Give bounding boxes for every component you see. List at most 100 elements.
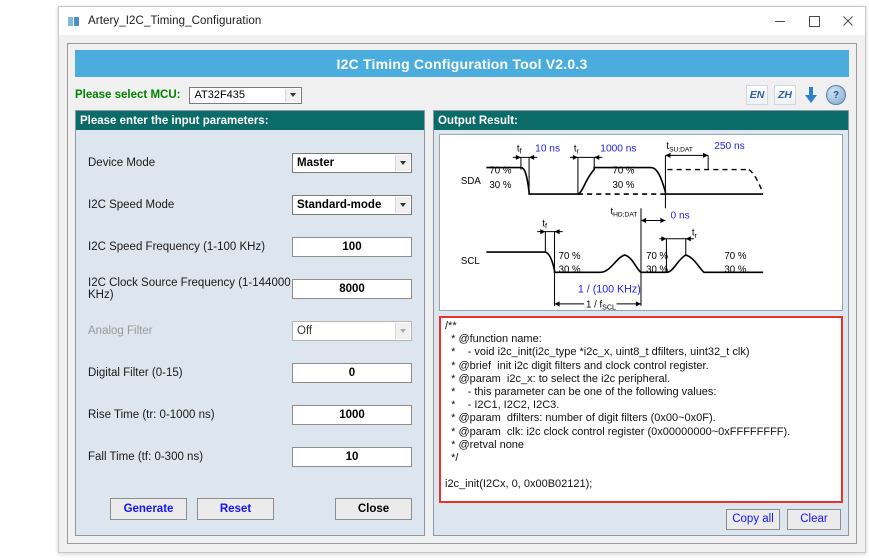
svg-text:30 %: 30 % xyxy=(559,264,581,275)
analog-filter-select: Off xyxy=(292,321,412,341)
language-zh-button[interactable]: ZH xyxy=(774,85,796,105)
language-en-button[interactable]: EN xyxy=(746,85,768,105)
code-line: /** xyxy=(445,320,457,332)
panels-container: Please enter the input parameters: Devic… xyxy=(75,110,849,536)
svg-text:tSU;DAT: tSU;DAT xyxy=(666,141,692,153)
i2c-timing-diagram: SDA SCL 70 % 30 % 70 % 30 % 70 % 30 % 70 xyxy=(439,134,843,311)
copy-all-button[interactable]: Copy all xyxy=(726,508,780,530)
field-label: Device Mode xyxy=(88,157,156,169)
svg-text:30 %: 30 % xyxy=(613,180,635,191)
output-panel-header: Output Result: xyxy=(434,111,848,130)
timing-diagram-svg: SDA SCL 70 % 30 % 70 % 30 % 70 % 30 % 70 xyxy=(461,141,764,310)
svg-text:30 %: 30 % xyxy=(646,264,668,275)
i2c-clock-source-frequency-input[interactable]: 8000 xyxy=(292,279,412,299)
field-label: Fall Time (tf: 0-300 ns) xyxy=(88,451,204,463)
title-bar: Artery_I2C_Timing_Configuration xyxy=(59,7,865,36)
analog-filter-value: Off xyxy=(297,325,313,337)
window-controls xyxy=(763,7,865,35)
svg-text:tHD;DAT: tHD;DAT xyxy=(610,206,637,218)
mcu-selector-row: Please select MCU: AT32F435 EN ZH ? xyxy=(75,77,849,110)
parameters-form: Device Mode Master I2C Speed Mode Standa… xyxy=(76,130,424,468)
generated-code-output[interactable]: /** * @function name: * - void i2c_init(… xyxy=(439,316,843,503)
svg-text:30 %: 30 % xyxy=(489,180,511,191)
generate-button[interactable]: Generate xyxy=(110,498,187,520)
input-panel-body: Device Mode Master I2C Speed Mode Standa… xyxy=(76,130,424,535)
app-icon xyxy=(68,15,81,28)
code-line: * @param dfilters: number of digit filte… xyxy=(445,412,716,425)
code-line: * @param clk: i2c clock control register… xyxy=(445,425,791,438)
code-line: * - void i2c_init(i2c_type *i2c_x, uint8… xyxy=(445,346,750,359)
field-i2c-clock-source-frequency: I2C Clock Source Frequency (1-144000 KHz… xyxy=(88,277,412,301)
mcu-select[interactable]: AT32F435 xyxy=(189,86,303,104)
app-banner-title: I2C Timing Configuration Tool V2.0.3 xyxy=(75,50,849,77)
field-label: Digital Filter (0-15) xyxy=(88,367,183,379)
chevron-down-icon xyxy=(395,323,410,339)
fall-time-input[interactable]: 10 xyxy=(292,447,412,467)
application-window: Artery_I2C_Timing_Configuration I2C Timi… xyxy=(58,6,866,553)
help-icon[interactable]: ? xyxy=(826,85,846,105)
download-arrow-icon[interactable] xyxy=(802,85,820,105)
action-button-row: Generate Reset Close xyxy=(76,488,424,520)
chevron-down-icon xyxy=(395,155,410,171)
sda-label: SDA xyxy=(461,176,481,187)
field-i2c-speed-mode: I2C Speed Mode Standard-mode xyxy=(88,194,412,216)
code-line: * - this parameter can be one of the fol… xyxy=(445,386,717,399)
output-result-panel: Output Result: SDA SCL 70 % 30 % 70 % 30… xyxy=(433,110,849,536)
client-area: I2C Timing Configuration Tool V2.0.3 Ple… xyxy=(59,36,865,552)
dialog-frame: I2C Timing Configuration Tool V2.0.3 Ple… xyxy=(67,43,857,544)
svg-text:tf: tf xyxy=(517,143,522,155)
svg-text:tf: tf xyxy=(542,219,547,231)
i2c-speed-mode-select[interactable]: Standard-mode xyxy=(292,195,412,215)
svg-text:tr: tr xyxy=(692,228,698,240)
input-parameters-panel: Please enter the input parameters: Devic… xyxy=(75,110,425,536)
device-mode-select[interactable]: Master xyxy=(292,153,412,173)
hold-time-annotation: 0 ns xyxy=(671,210,690,221)
field-fall-time: Fall Time (tf: 0-300 ns) 10 xyxy=(88,446,412,468)
minimize-button[interactable] xyxy=(763,7,797,35)
svg-text:70 %: 70 % xyxy=(613,166,635,177)
code-line: * @function name: xyxy=(445,333,542,346)
period-value-annotation: 1 / (100 KHz) xyxy=(578,284,641,296)
code-line: * @retval none xyxy=(445,438,525,451)
output-panel-body: SDA SCL 70 % 30 % 70 % 30 % 70 % 30 % 70 xyxy=(434,130,848,535)
svg-text:70 %: 70 % xyxy=(559,251,581,262)
svg-text:70 %: 70 % xyxy=(489,166,511,177)
device-mode-value: Master xyxy=(297,157,335,169)
mcu-select-value: AT32F435 xyxy=(194,89,246,101)
period-label: 1 / fSCL xyxy=(586,299,616,310)
svg-text:70 %: 70 % xyxy=(724,251,746,262)
setup-time-annotation: 250 ns xyxy=(714,141,744,152)
svg-text:70 %: 70 % xyxy=(646,251,668,262)
code-line: * - I2C1, I2C2, I2C3. xyxy=(445,399,560,412)
maximize-button[interactable] xyxy=(797,7,831,35)
rise-time-input[interactable]: 1000 xyxy=(292,405,412,425)
chevron-down-icon xyxy=(395,197,410,213)
field-rise-time: Rise Time (tr: 0-1000 ns) 1000 xyxy=(88,404,412,426)
field-digital-filter: Digital Filter (0-15) 0 xyxy=(88,362,412,384)
digital-filter-input[interactable]: 0 xyxy=(292,363,412,383)
field-label: I2C Speed Frequency (1-100 KHz) xyxy=(88,241,266,253)
field-label: I2C Clock Source Frequency (1-144000 KHz… xyxy=(88,277,291,301)
output-button-row: Copy all Clear xyxy=(439,508,843,530)
svg-text:30 %: 30 % xyxy=(724,264,746,275)
rise-time-annotation: 1000 ns xyxy=(600,143,636,154)
scl-label: SCL xyxy=(461,256,480,267)
chevron-down-icon xyxy=(285,88,301,102)
i2c-speed-mode-value: Standard-mode xyxy=(297,199,382,211)
clear-button[interactable]: Clear xyxy=(787,508,841,530)
close-button[interactable]: Close xyxy=(335,498,412,520)
close-window-button[interactable] xyxy=(831,7,865,35)
reset-button[interactable]: Reset xyxy=(197,498,274,520)
field-analog-filter: Analog Filter Off xyxy=(88,320,412,342)
field-device-mode: Device Mode Master xyxy=(88,152,412,174)
field-i2c-speed-frequency: I2C Speed Frequency (1-100 KHz) 100 xyxy=(88,236,412,258)
header-icon-group: EN ZH ? xyxy=(746,85,849,105)
mcu-label: Please select MCU: xyxy=(75,89,181,101)
i2c-speed-frequency-input[interactable]: 100 xyxy=(292,237,412,257)
field-label: Rise Time (tr: 0-1000 ns) xyxy=(88,409,215,421)
input-panel-header: Please enter the input parameters: xyxy=(76,111,424,130)
field-label: I2C Speed Mode xyxy=(88,199,175,211)
svg-text:tr: tr xyxy=(574,143,580,155)
fall-time-annotation: 10 ns xyxy=(535,143,560,154)
